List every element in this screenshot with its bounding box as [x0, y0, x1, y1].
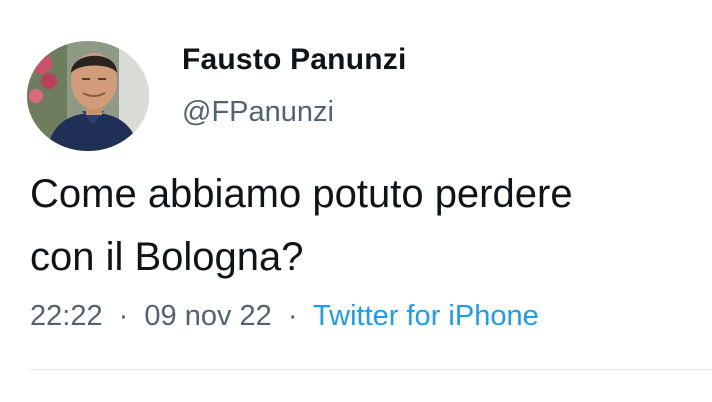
author-handle[interactable]: @FPanunzi: [182, 96, 334, 129]
meta-separator: ·: [287, 300, 298, 332]
tweet-meta: 22:22 · 09 nov 22 · Twitter for iPhone: [30, 300, 539, 333]
tweet-time[interactable]: 22:22: [30, 300, 103, 332]
tweet-card: Fausto Panunzi @FPanunzi Come abbiamo po…: [0, 0, 712, 402]
author-display-name[interactable]: Fausto Panunzi: [182, 43, 406, 77]
meta-separator: ·: [118, 300, 129, 332]
tweet-date[interactable]: 09 nov 22: [144, 300, 271, 332]
avatar-photo: [27, 41, 149, 151]
author-avatar[interactable]: [27, 41, 149, 151]
tweet-text: Come abbiamo potuto perdere con il Bolog…: [30, 172, 573, 279]
divider: [30, 369, 712, 370]
tweet-source-link[interactable]: Twitter for iPhone: [313, 300, 539, 332]
